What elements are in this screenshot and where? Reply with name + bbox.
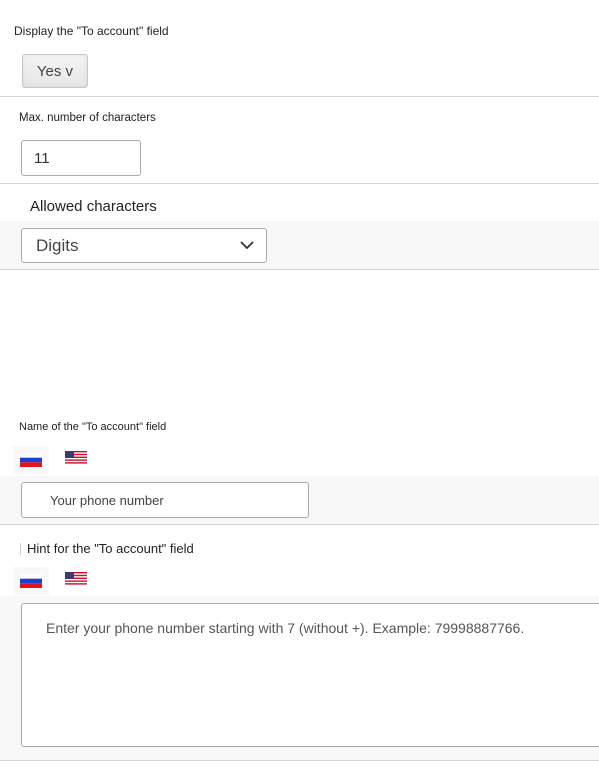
field-hint-value: Enter your phone number starting with 7 … bbox=[46, 620, 525, 636]
russian-flag-icon bbox=[20, 574, 42, 588]
divider bbox=[0, 269, 599, 270]
display-to-account-select[interactable]: Yes v bbox=[22, 54, 88, 88]
allowed-chars-value: Digits bbox=[36, 235, 79, 255]
field-name-value: Your phone number bbox=[50, 492, 164, 508]
field-hint-label: Hint for the "To account" field bbox=[27, 541, 194, 556]
divider bbox=[0, 183, 599, 184]
max-chars-value: 11 bbox=[34, 149, 50, 167]
field-hint-textarea[interactable]: Enter your phone number starting with 7 … bbox=[21, 603, 599, 747]
display-to-account-value: Yes v bbox=[36, 62, 74, 80]
allowed-chars-label: Allowed characters bbox=[30, 198, 157, 215]
russian-flag-icon bbox=[20, 453, 42, 467]
divider bbox=[0, 524, 599, 525]
max-chars-label: Max. number of characters bbox=[19, 112, 156, 124]
us-flag-icon[interactable] bbox=[65, 451, 87, 465]
allowed-chars-select[interactable]: Digits bbox=[21, 228, 267, 263]
chevron-down-icon bbox=[240, 241, 254, 250]
divider bbox=[0, 760, 599, 761]
field-name-label: Name of the "To account" field bbox=[19, 421, 167, 433]
field-name-input[interactable]: Your phone number bbox=[21, 482, 309, 518]
divider bbox=[0, 96, 599, 97]
us-flag-icon[interactable] bbox=[65, 572, 87, 586]
display-to-account-label: Display the "To account" field bbox=[14, 24, 169, 38]
label-marker bbox=[20, 543, 21, 555]
max-chars-input[interactable]: 11 bbox=[21, 140, 141, 176]
